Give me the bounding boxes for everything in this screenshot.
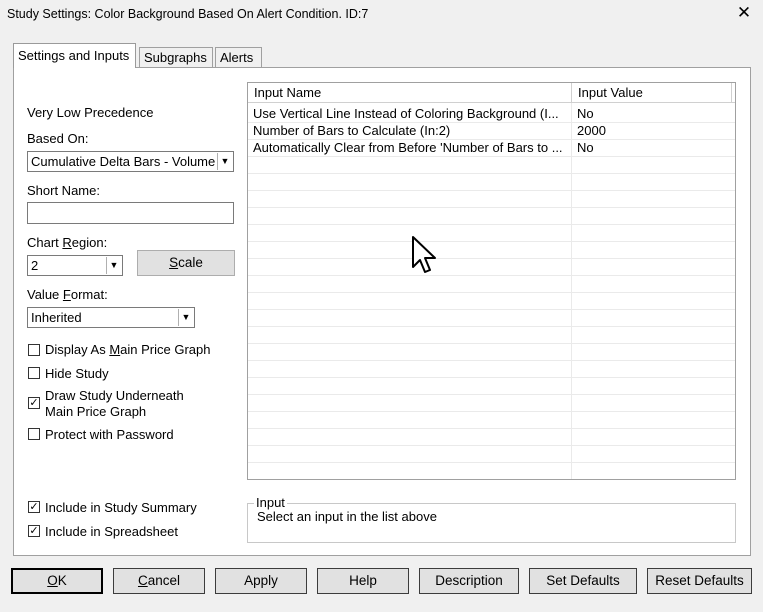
display-as-main-price-graph-checkbox[interactable] (28, 344, 40, 356)
table-header: Input Name Input Value (248, 83, 735, 103)
table-row[interactable] (248, 463, 735, 479)
table-row[interactable] (248, 191, 735, 208)
title-bar: Study Settings: Color Background Based O… (0, 0, 763, 30)
short-name-input[interactable] (27, 202, 234, 224)
table-row[interactable] (248, 157, 735, 174)
table-row[interactable] (248, 327, 735, 344)
table-row[interactable] (248, 412, 735, 429)
column-header-input-value[interactable]: Input Value (572, 83, 732, 103)
tab-subgraphs[interactable]: Subgraphs (139, 47, 213, 68)
precedence-label: Very Low Precedence (27, 105, 154, 120)
table-row[interactable] (248, 378, 735, 395)
value-format-dropdown[interactable]: Inherited ▼ (27, 307, 195, 328)
table-row[interactable] (248, 174, 735, 191)
hide-study-checkbox[interactable] (28, 367, 40, 379)
scale-button[interactable]: Scale (137, 250, 235, 276)
input-name-cell: Use Vertical Line Instead of Coloring Ba… (253, 106, 559, 121)
inputs-table[interactable]: Input Name Input Value Use Vertical Line… (247, 82, 736, 480)
input-name-cell: Automatically Clear from Before 'Number … (253, 140, 563, 155)
reset-defaults-button[interactable]: Reset Defaults (647, 568, 752, 594)
table-row[interactable]: Use Vertical Line Instead of Coloring Ba… (248, 106, 735, 123)
based-on-label: Based On: (27, 131, 89, 146)
table-row[interactable] (248, 344, 735, 361)
help-button[interactable]: Help (317, 568, 409, 594)
chart-region-label: Chart Region: (27, 235, 108, 250)
draw-study-underneath-label: Draw Study Underneath (45, 388, 184, 403)
short-name-label: Short Name: (27, 183, 100, 198)
draw-study-underneath-label-line2: Main Price Graph (45, 404, 147, 419)
table-row[interactable]: Number of Bars to Calculate (In:2) 2000 (248, 123, 735, 140)
chevron-down-icon[interactable]: ▼ (217, 153, 232, 170)
set-defaults-button[interactable]: Set Defaults (529, 568, 637, 594)
include-in-study-summary-checkbox[interactable]: ✓ (28, 501, 40, 513)
cancel-button[interactable]: Cancel (113, 568, 205, 594)
table-row[interactable] (248, 429, 735, 446)
value-format-label: Value Format: (27, 287, 108, 302)
input-value-cell: No (577, 106, 594, 121)
include-in-spreadsheet-label: Include in Spreadsheet (45, 524, 178, 539)
display-as-main-price-graph-label: Display As Main Price Graph (45, 342, 211, 357)
input-group-hint: Select an input in the list above (257, 509, 437, 524)
protect-with-password-checkbox[interactable] (28, 428, 40, 440)
input-value-cell: No (577, 140, 594, 155)
based-on-value: Cumulative Delta Bars - Volume (31, 154, 215, 169)
table-row[interactable] (248, 259, 735, 276)
table-row[interactable] (248, 293, 735, 310)
table-row[interactable] (248, 361, 735, 378)
table-row[interactable] (248, 242, 735, 259)
draw-study-underneath-checkbox[interactable]: ✓ (28, 397, 40, 409)
mouse-cursor-icon (412, 236, 436, 273)
input-value-cell: 2000 (577, 123, 606, 138)
table-row[interactable] (248, 208, 735, 225)
tab-settings-and-inputs[interactable]: Settings and Inputs (13, 43, 136, 68)
table-row[interactable] (248, 395, 735, 412)
chevron-down-icon[interactable]: ▼ (178, 309, 193, 326)
include-in-spreadsheet-checkbox[interactable]: ✓ (28, 525, 40, 537)
input-name-cell: Number of Bars to Calculate (In:2) (253, 123, 451, 138)
chevron-down-icon[interactable]: ▼ (106, 257, 121, 274)
apply-button[interactable]: Apply (215, 568, 307, 594)
chart-region-dropdown[interactable]: 2 ▼ (27, 255, 123, 276)
table-row[interactable] (248, 310, 735, 327)
hide-study-label: Hide Study (45, 366, 109, 381)
ok-button[interactable]: OK (11, 568, 103, 594)
close-icon[interactable]: ✕ (733, 2, 755, 24)
protect-with-password-label: Protect with Password (45, 427, 174, 442)
table-row[interactable] (248, 446, 735, 463)
value-format-value: Inherited (31, 310, 82, 325)
chart-region-value: 2 (31, 258, 39, 273)
table-row[interactable] (248, 225, 735, 242)
tab-alerts[interactable]: Alerts (215, 47, 262, 68)
input-group-legend: Input (254, 495, 287, 510)
based-on-dropdown[interactable]: Cumulative Delta Bars - Volume ▼ (27, 151, 234, 172)
column-header-input-name[interactable]: Input Name (248, 83, 572, 103)
include-in-study-summary-label: Include in Study Summary (45, 500, 197, 515)
table-row[interactable]: Automatically Clear from Before 'Number … (248, 140, 735, 157)
window-title: Study Settings: Color Background Based O… (7, 7, 369, 21)
table-row[interactable] (248, 276, 735, 293)
input-description-group: Input Select an input in the list above (247, 495, 736, 543)
description-button[interactable]: Description (419, 568, 519, 594)
